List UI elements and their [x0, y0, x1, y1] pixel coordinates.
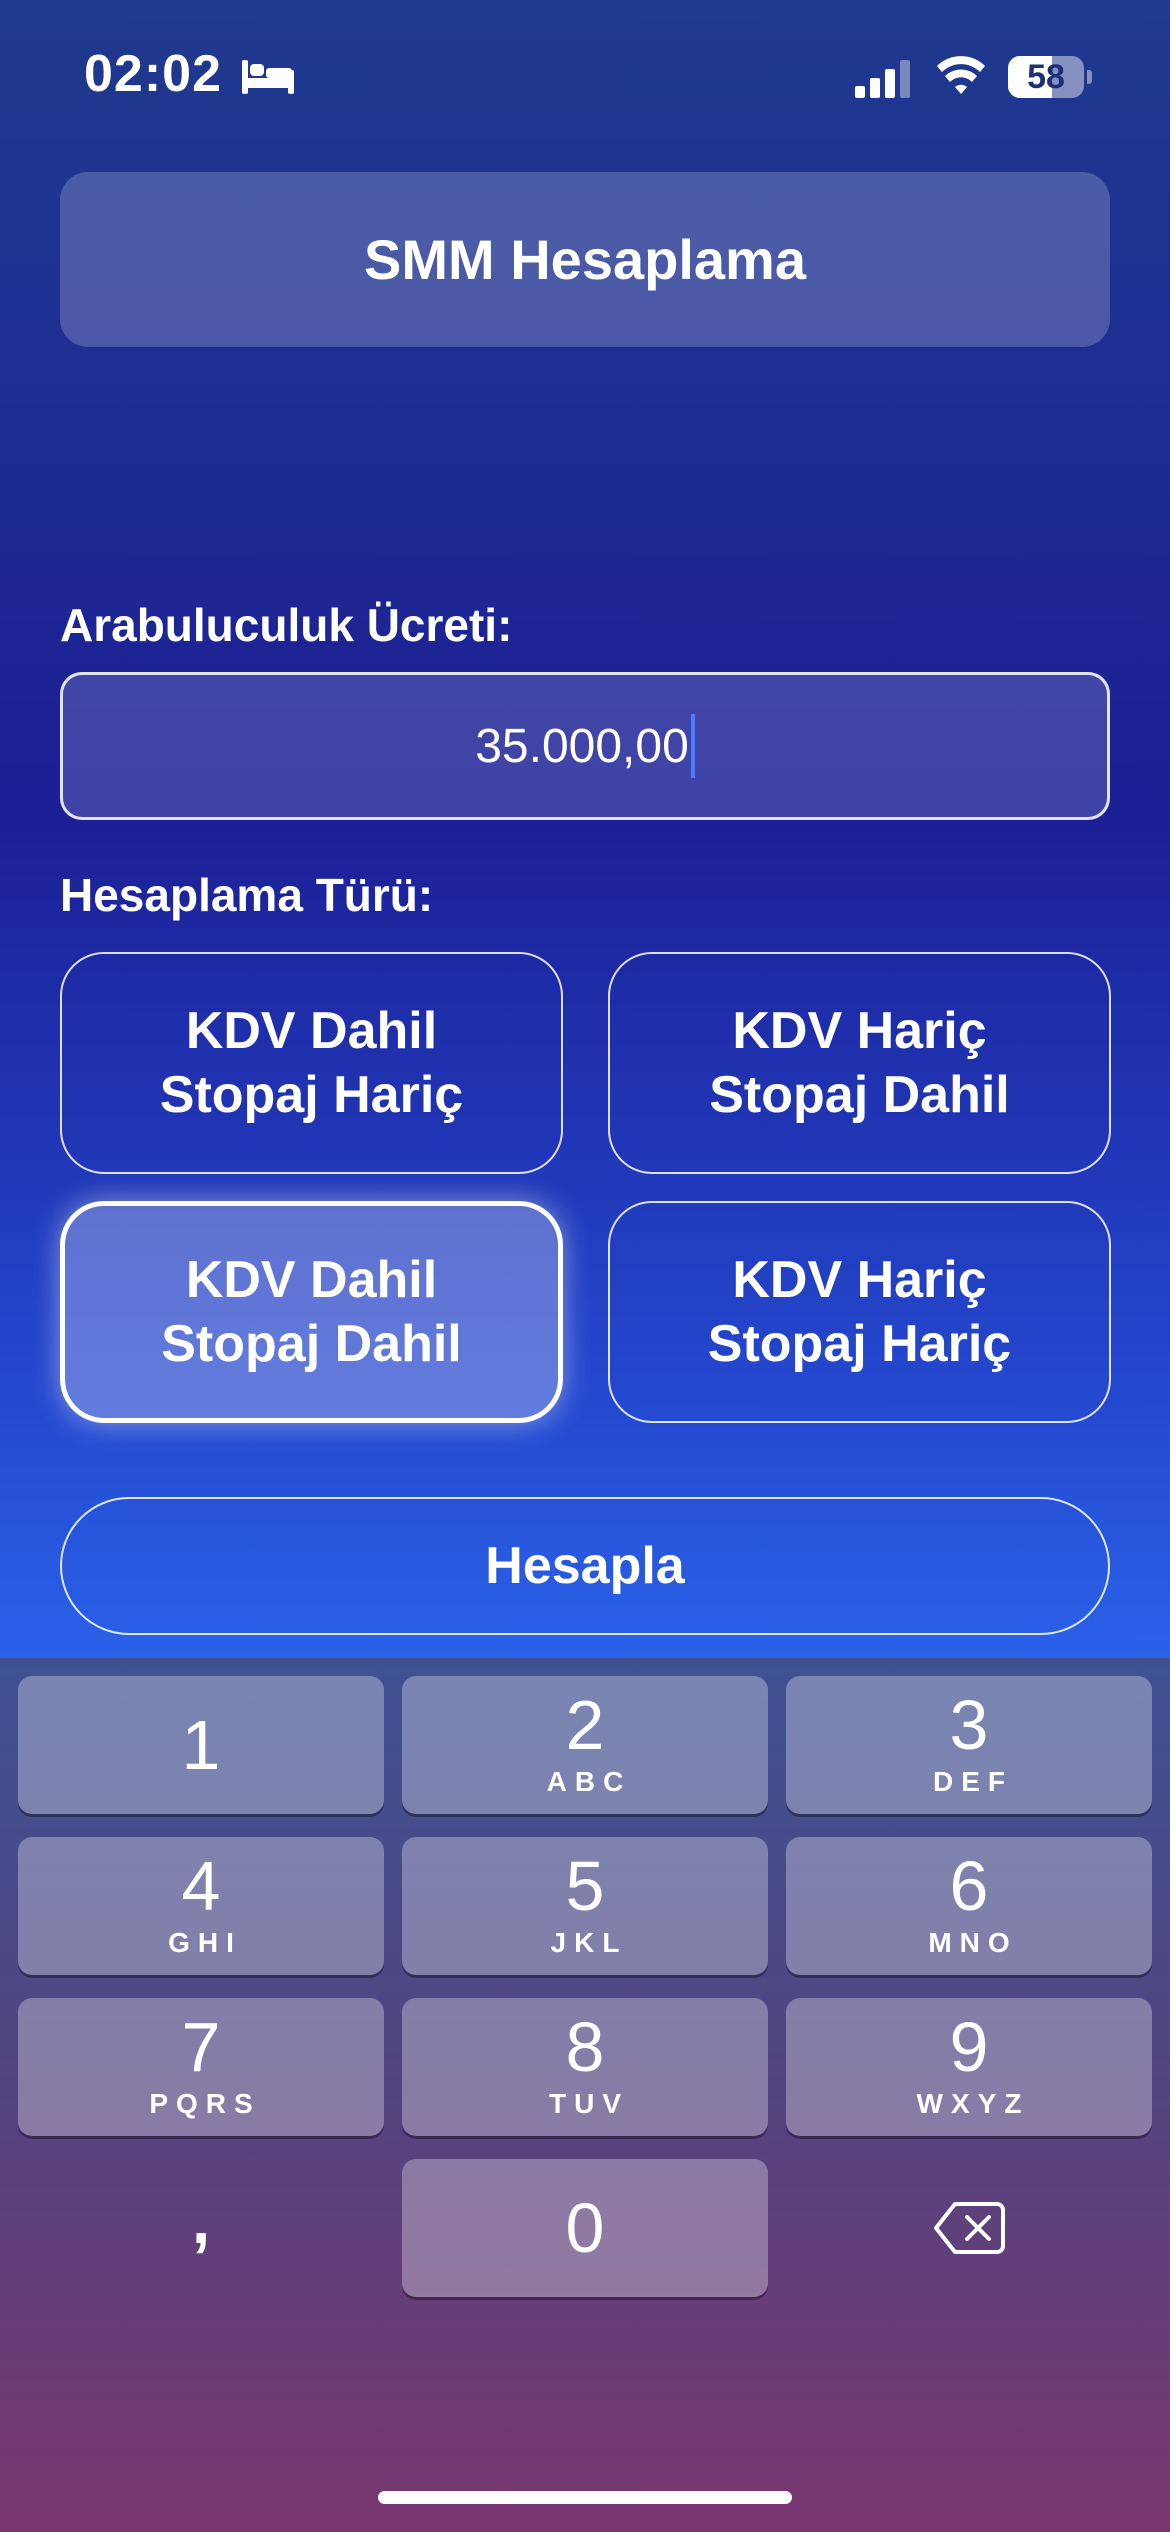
status-bar: 02:02 58: [0, 0, 1170, 150]
key-letters: DEF: [933, 1766, 1013, 1797]
wifi-icon: [937, 56, 985, 94]
calculation-type-label: Hesaplama Türü:: [60, 869, 434, 921]
option-line-2: Stopaj Hariç: [707, 1315, 1012, 1373]
key-digit: 7: [181, 2008, 221, 2086]
amount-input[interactable]: 35.000,00: [60, 672, 1110, 820]
bed-icon: [242, 60, 294, 94]
key-3[interactable]: 3 DEF: [786, 1676, 1152, 1814]
key-digit: 6: [949, 1847, 989, 1925]
key-digit: 9: [949, 2008, 989, 2086]
amount-value: 35.000,00: [475, 719, 689, 773]
calculate-button[interactable]: Hesapla: [60, 1497, 1110, 1635]
option-line-1: KDV Dahil: [185, 1002, 438, 1060]
key-8[interactable]: 8 TUV: [402, 1998, 768, 2136]
key-digit: 5: [565, 1847, 605, 1925]
battery-indicator: 58: [1008, 56, 1092, 98]
key-letters: PQRS: [149, 2088, 261, 2119]
option-kdv-dahil-stopaj-haric[interactable]: KDV Dahil Stopaj Hariç: [60, 952, 563, 1174]
key-6[interactable]: 6 MNO: [786, 1837, 1152, 1975]
key-letters: WXYZ: [916, 2088, 1030, 2119]
key-letters: TUV: [549, 2088, 629, 2119]
backspace-key[interactable]: [786, 2159, 1152, 2297]
amount-label: Arabuluculuk Ücreti:: [60, 599, 513, 651]
battery-level: 58: [1027, 58, 1065, 96]
option-line-1: KDV Hariç: [732, 1251, 987, 1309]
page-title: SMM Hesaplama: [364, 228, 806, 291]
option-line-2: Stopaj Dahil: [161, 1315, 462, 1373]
key-digit: 1: [181, 1706, 221, 1784]
key-7[interactable]: 7 PQRS: [18, 1998, 384, 2136]
key-digit: 2: [565, 1686, 605, 1764]
key-5[interactable]: 5 JKL: [402, 1837, 768, 1975]
option-kdv-dahil-stopaj-dahil[interactable]: KDV Dahil Stopaj Dahil: [60, 1201, 563, 1423]
key-digit: 4: [181, 1847, 221, 1925]
key-letters: GHI: [168, 1927, 242, 1958]
option-line-1: KDV Hariç: [732, 1002, 987, 1060]
key-digit: 3: [949, 1686, 989, 1764]
status-time: 02:02: [84, 45, 222, 103]
comma-key[interactable]: ,: [18, 2170, 384, 2308]
key-0[interactable]: 0: [402, 2159, 768, 2297]
backspace-icon: [934, 2202, 1005, 2254]
option-line-1: KDV Dahil: [185, 1251, 438, 1309]
key-letters: JKL: [550, 1927, 628, 1958]
header-card: SMM Hesaplama: [60, 172, 1110, 347]
key-9[interactable]: 9 WXYZ: [786, 1998, 1152, 2136]
key-digit: 0: [565, 2189, 605, 2267]
option-kdv-haric-stopaj-dahil[interactable]: KDV Hariç Stopaj Dahil: [608, 952, 1111, 1174]
option-line-2: Stopaj Hariç: [159, 1066, 464, 1124]
text-caret: [690, 714, 695, 778]
key-2[interactable]: 2 ABC: [402, 1676, 768, 1814]
option-line-2: Stopaj Dahil: [709, 1066, 1010, 1124]
key-4[interactable]: 4 GHI: [18, 1837, 384, 1975]
option-kdv-haric-stopaj-haric[interactable]: KDV Hariç Stopaj Hariç: [608, 1201, 1111, 1423]
key-digit: 8: [565, 2008, 605, 2086]
cellular-signal-icon: [855, 60, 910, 98]
home-indicator[interactable]: [378, 2491, 792, 2504]
key-letters: MNO: [928, 1927, 1018, 1958]
key-1[interactable]: 1: [18, 1676, 384, 1814]
key-letters: ABC: [546, 1766, 632, 1797]
